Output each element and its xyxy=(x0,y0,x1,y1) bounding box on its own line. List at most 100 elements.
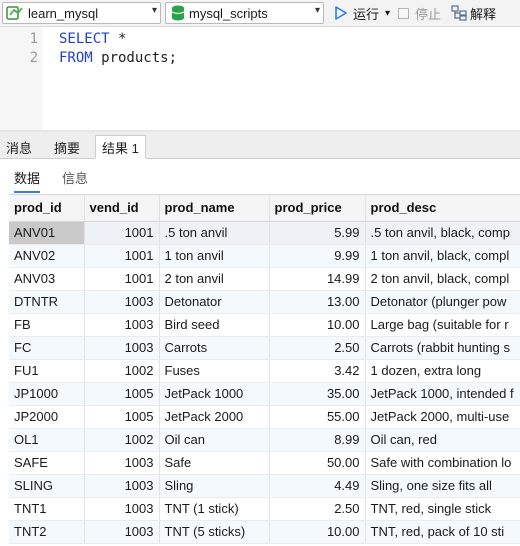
table-cell-prod-desc[interactable]: TNT, red, pack of 10 sti xyxy=(365,520,520,544)
table-row[interactable]: DTNTR 1003 Detonator 13.00 Detonator (plunge… xyxy=(9,290,520,314)
table-cell-prod-id[interactable]: FC xyxy=(9,336,85,360)
subtab-data[interactable]: 数据 xyxy=(14,168,41,193)
table-row[interactable]: TNT2 1003 TNT (5 sticks) 10.00 TNT, red, pac… xyxy=(9,520,520,544)
subtab-info[interactable]: 信息 xyxy=(62,168,88,187)
table-cell-vend-id[interactable]: 1002 xyxy=(84,428,160,452)
table-cell-vend-id[interactable]: 1003 xyxy=(84,336,160,360)
stop-button[interactable]: 停止 xyxy=(398,4,441,22)
table-row[interactable]: OL1 1002 Oil can 8.99 Oil can, red xyxy=(9,428,520,452)
table-cell-prod-name[interactable]: Carrots xyxy=(159,336,270,360)
table-row[interactable]: ANV01 1001.5 ton anvil 5.99.5 ton anvil, b… xyxy=(9,221,520,245)
table-cell-prod-desc[interactable]: 2 ton anvil, black, compl xyxy=(365,267,520,291)
tab-summary[interactable]: 摘要 xyxy=(48,136,86,159)
table-cell-prod-id[interactable]: JP1000 xyxy=(9,382,85,406)
table-cell-prod-name[interactable]: 1 ton anvil xyxy=(159,244,270,268)
table-cell-prod-desc[interactable]: TNT, red, single stick xyxy=(365,497,520,521)
table-cell-prod-price[interactable]: 2.50 xyxy=(269,336,366,360)
chevron-down-icon[interactable]: ▾ xyxy=(152,5,157,16)
table-cell-prod-desc[interactable]: Detonator (plunger pow xyxy=(365,290,520,314)
column-header-prod-name[interactable]: prod_name xyxy=(159,195,270,222)
chevron-down-icon[interactable]: ▾ xyxy=(385,8,390,19)
table-cell-prod-name[interactable]: Oil can xyxy=(159,428,270,452)
table-row[interactable]: FB 1003 Bird seed 10.00 Large bag (suitable … xyxy=(9,313,520,337)
table-cell-prod-name[interactable]: TNT (5 sticks) xyxy=(159,520,270,544)
table-row[interactable]: FC 1003 Carrots 2.50 Carrots (rabbit hunting… xyxy=(9,336,520,360)
sql-editor[interactable]: 1 SELECT * 2 FROM products; xyxy=(0,27,520,130)
table-row[interactable]: ANV02 1001 1 ton anvil 9.99 1 ton anvil, bla… xyxy=(9,244,520,268)
table-cell-prod-id[interactable]: SAFE xyxy=(9,451,85,475)
table-cell-prod-price[interactable]: 9.99 xyxy=(269,244,366,268)
column-header-prod-desc[interactable]: prod_desc xyxy=(365,195,520,222)
table-cell-prod-price[interactable]: 13.00 xyxy=(269,290,366,314)
database-select[interactable]: mysql_scripts ▾ xyxy=(165,2,324,24)
table-row[interactable]: TNT1 1003 TNT (1 stick) 2.50 TNT, red, singl… xyxy=(9,497,520,521)
column-header-prod-price[interactable]: prod_price xyxy=(269,195,366,222)
table-cell-vend-id[interactable]: 1003 xyxy=(84,313,160,337)
table-cell-prod-price[interactable]: 55.00 xyxy=(269,405,366,429)
table-cell-prod-id[interactable]: FU1 xyxy=(9,359,85,383)
table-cell-prod-name[interactable]: TNT (1 stick) xyxy=(159,497,270,521)
table-cell-prod-desc[interactable]: JetPack 1000, intended f xyxy=(365,382,520,406)
table-cell-prod-name[interactable]: JetPack 1000 xyxy=(159,382,270,406)
table-cell-prod-name[interactable]: JetPack 2000 xyxy=(159,405,270,429)
table-cell-prod-name[interactable]: Sling xyxy=(159,474,270,498)
table-cell-vend-id[interactable]: 1001 xyxy=(84,267,160,291)
table-cell-prod-price[interactable]: 10.00 xyxy=(269,313,366,337)
table-cell-prod-price[interactable]: 2.50 xyxy=(269,497,366,521)
table-cell-prod-id[interactable]: TNT2 xyxy=(9,520,85,544)
table-cell-prod-name[interactable]: 2 ton anvil xyxy=(159,267,270,291)
table-cell-vend-id[interactable]: 1003 xyxy=(84,497,160,521)
table-cell-prod-desc[interactable]: JetPack 2000, multi-use xyxy=(365,405,520,429)
table-cell-prod-price[interactable]: 50.00 xyxy=(269,451,366,475)
table-cell-prod-id[interactable]: ANV02 xyxy=(9,244,85,268)
connection-select[interactable]: learn_mysql ▾ xyxy=(2,2,161,24)
table-cell-vend-id[interactable]: 1001 xyxy=(84,221,160,245)
tab-result-1[interactable]: 结果 1 xyxy=(95,135,146,159)
table-cell-prod-desc[interactable]: Safe with combination lo xyxy=(365,451,520,475)
table-cell-prod-id[interactable]: FB xyxy=(9,313,85,337)
table-cell-prod-price[interactable]: 5.99 xyxy=(269,221,366,245)
table-row[interactable]: FU1 1002 Fuses 3.42 1 dozen, extra long xyxy=(9,359,520,383)
table-cell-prod-desc[interactable]: Oil can, red xyxy=(365,428,520,452)
table-row[interactable]: JP1000 1005 JetPack 1000 35.00 JetPack 1000,… xyxy=(9,382,520,406)
table-cell-prod-name[interactable]: Fuses xyxy=(159,359,270,383)
table-cell-prod-price[interactable]: 8.99 xyxy=(269,428,366,452)
column-header-prod-id[interactable]: prod_id xyxy=(9,195,85,222)
table-cell-prod-desc[interactable]: 1 ton anvil, black, compl xyxy=(365,244,520,268)
table-cell-prod-id[interactable]: JP2000 xyxy=(9,405,85,429)
table-cell-vend-id[interactable]: 1005 xyxy=(84,405,160,429)
run-button[interactable]: 运行 ▾ xyxy=(334,4,390,22)
table-row[interactable]: JP2000 1005 JetPack 2000 55.00 JetPack 2000,… xyxy=(9,405,520,429)
tab-messages[interactable]: 消息 xyxy=(0,136,38,159)
table-cell-prod-desc[interactable]: .5 ton anvil, black, comp xyxy=(365,221,520,245)
table-cell-prod-price[interactable]: 10.00 xyxy=(269,520,366,544)
table-cell-prod-id[interactable]: DTNTR xyxy=(9,290,85,314)
table-cell-prod-id[interactable]: TNT1 xyxy=(9,497,85,521)
table-cell-prod-id[interactable]: OL1 xyxy=(9,428,85,452)
table-row[interactable]: SAFE 1003 Safe 50.00 Safe with combination l… xyxy=(9,451,520,475)
table-cell-vend-id[interactable]: 1001 xyxy=(84,244,160,268)
table-cell-prod-id[interactable]: ANV01 xyxy=(9,221,85,245)
table-cell-vend-id[interactable]: 1003 xyxy=(84,520,160,544)
table-cell-prod-name[interactable]: Detonator xyxy=(159,290,270,314)
table-cell-prod-desc[interactable]: Sling, one size fits all xyxy=(365,474,520,498)
chevron-down-icon[interactable]: ▾ xyxy=(315,5,320,16)
table-cell-prod-name[interactable]: .5 ton anvil xyxy=(159,221,270,245)
table-cell-vend-id[interactable]: 1003 xyxy=(84,290,160,314)
table-cell-prod-price[interactable]: 4.49 xyxy=(269,474,366,498)
explain-button[interactable]: 解释 xyxy=(451,4,496,22)
table-cell-prod-price[interactable]: 14.99 xyxy=(269,267,366,291)
result-grid[interactable]: prod_id vend_id prod_name prod_price pro… xyxy=(9,194,520,546)
table-cell-vend-id[interactable]: 1005 xyxy=(84,382,160,406)
table-row[interactable]: SLING 1003 Sling 4.49 Sling, one size fits a… xyxy=(9,474,520,498)
table-cell-prod-price[interactable]: 3.42 xyxy=(269,359,366,383)
table-cell-vend-id[interactable]: 1003 xyxy=(84,451,160,475)
table-cell-prod-desc[interactable]: 1 dozen, extra long xyxy=(365,359,520,383)
table-cell-prod-name[interactable]: Bird seed xyxy=(159,313,270,337)
table-cell-prod-desc[interactable]: Large bag (suitable for r xyxy=(365,313,520,337)
table-cell-prod-price[interactable]: 35.00 xyxy=(269,382,366,406)
table-cell-vend-id[interactable]: 1002 xyxy=(84,359,160,383)
column-header-vend-id[interactable]: vend_id xyxy=(84,195,160,222)
table-cell-prod-desc[interactable]: Carrots (rabbit hunting s xyxy=(365,336,520,360)
table-cell-vend-id[interactable]: 1003 xyxy=(84,474,160,498)
